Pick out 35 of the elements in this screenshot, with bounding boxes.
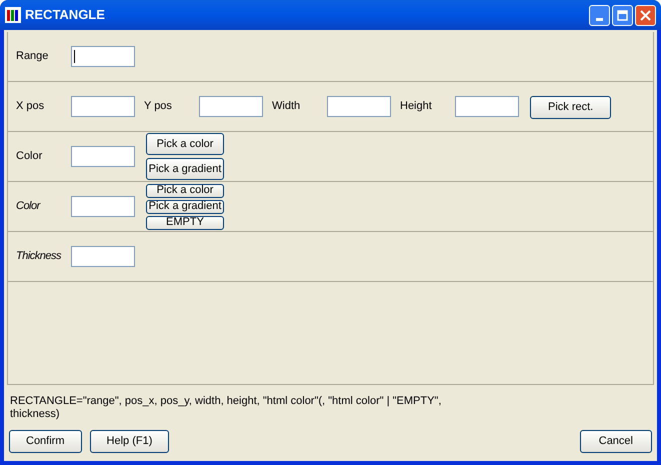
- field-label: Height: [400, 99, 433, 114]
- close-icon: [640, 10, 651, 20]
- input-field[interactable]: [455, 96, 519, 117]
- confirm-button[interactable]: Confirm: [9, 430, 82, 453]
- cancel-button[interactable]: Cancel: [580, 430, 652, 453]
- input-field[interactable]: [71, 246, 135, 267]
- field-label: X pos: [16, 99, 46, 114]
- input-field[interactable]: [327, 96, 391, 117]
- input-field[interactable]: [71, 196, 135, 217]
- text-cursor: [74, 50, 75, 63]
- window-title: RECTANGLE: [25, 6, 105, 24]
- input-field[interactable]: [71, 46, 135, 67]
- field-label: Color: [16, 149, 44, 164]
- minimize-icon: [596, 18, 603, 20]
- close-button[interactable]: [635, 4, 656, 26]
- field-label: Y pos: [144, 99, 173, 114]
- maximize-icon: [617, 10, 628, 20]
- input-field[interactable]: [199, 96, 263, 117]
- pick-button[interactable]: Pick a color: [146, 133, 224, 155]
- pick-button[interactable]: Pick a gradient: [146, 158, 224, 180]
- field-label: Thickness: [16, 249, 62, 264]
- pick-button[interactable]: Pick a gradient: [146, 200, 224, 214]
- maximize-button[interactable]: [612, 4, 633, 26]
- app-icon: [5, 7, 21, 23]
- help-button[interactable]: Help (F1): [90, 430, 170, 453]
- minimize-button[interactable]: [589, 4, 610, 26]
- input-field[interactable]: [71, 146, 135, 167]
- pick-button[interactable]: Pick a color: [146, 184, 224, 198]
- syntax-text: RECTANGLE="range", pos_x, pos_y, width, height, "html color"(, "html color" | "EMPTY", thickness): [10, 395, 442, 421]
- field-label: Width: [272, 99, 302, 114]
- field-label: Range: [16, 49, 50, 64]
- pick-button[interactable]: EMPTY: [146, 216, 224, 230]
- input-field[interactable]: [71, 96, 135, 117]
- field-label: Color: [16, 199, 42, 214]
- pick-rect-button[interactable]: Pick rect.: [530, 96, 612, 119]
